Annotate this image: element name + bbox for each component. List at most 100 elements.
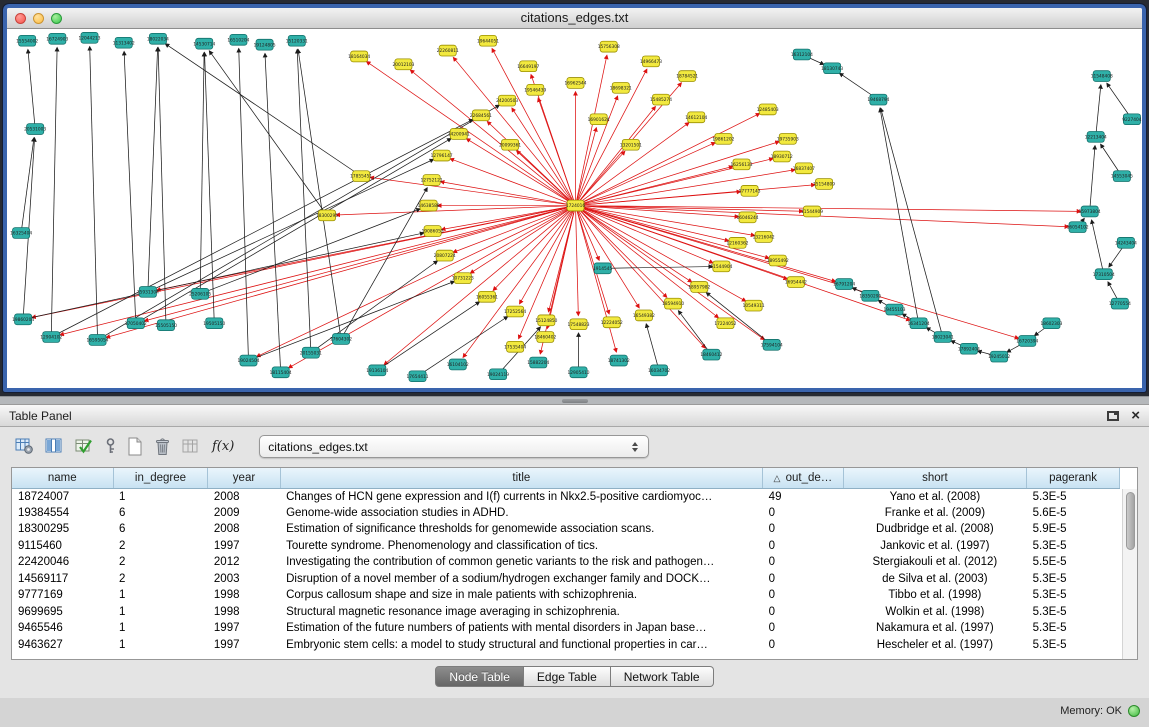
graph-node[interactable]: 12905410 [568,367,590,378]
graph-node[interactable]: 15882204 [527,357,549,368]
graph-edge[interactable] [21,138,34,233]
network-canvas[interactable]: 1724016169625441869832115485274146121041… [7,29,1142,388]
graph-node[interactable]: 19860204 [12,314,34,325]
graph-node[interactable]: 15485274 [650,94,672,105]
graph-edge[interactable] [158,48,166,326]
column-header-year[interactable]: year [208,468,280,488]
graph-edge[interactable] [646,324,659,370]
graph-node[interactable]: 18023041 [932,332,954,343]
minimize-window-button[interactable] [33,13,44,24]
graph-node[interactable]: 13201501 [620,139,642,150]
graph-node[interactable]: 20099361 [499,139,521,150]
graph-edge[interactable] [297,50,311,353]
graph-node[interactable]: 22684561 [470,110,492,121]
graph-edge[interactable] [98,105,500,340]
graph-edge[interactable] [28,50,35,129]
graph-edge[interactable] [492,49,575,206]
graph-node[interactable]: 24200503 [496,95,518,106]
graph-node[interactable]: 19124805 [254,39,276,50]
graph-node[interactable]: 17224052 [714,318,736,329]
table-row[interactable]: 1456911722003Disruption of a novel membe… [12,571,1120,588]
graph-edge[interactable] [1096,85,1101,137]
graph-node[interactable]: 17777143 [739,185,761,196]
graph-edge[interactable] [1092,220,1104,274]
graph-edge[interactable] [51,119,473,337]
graph-node[interactable]: 18698321 [610,82,632,93]
graph-node[interactable]: 16341204 [908,318,930,329]
table-row[interactable]: 911546021997Tourette syndrome. Phenomeno… [12,538,1120,555]
graph-node[interactable]: 1914545 [593,263,613,274]
graph-node[interactable]: 9227404 [1122,114,1142,125]
graph-node[interactable]: 17855451 [350,171,372,182]
graph-node[interactable]: 16055361 [476,291,498,302]
graph-node[interactable]: 17594104 [761,339,783,350]
graph-edge[interactable] [209,51,327,215]
graph-node[interactable]: 12213404 [1085,132,1107,143]
graph-node[interactable]: 20155031 [300,347,322,358]
graph-node[interactable]: 12752121 [421,175,443,186]
graph-node[interactable]: 19468794 [867,94,889,105]
graph-node[interactable]: 16954442 [785,277,807,288]
table-mode-button[interactable] [13,436,36,457]
graph-node[interactable]: 19644051 [477,35,499,46]
graph-node[interactable]: 20012103 [392,59,414,70]
graph-node[interactable]: 17604302 [330,334,352,345]
graph-node[interactable]: 18930712 [771,151,793,162]
network-view[interactable]: 1724016169625441869832115485274146121041… [7,29,1142,388]
graph-node[interactable]: 16791204 [833,279,855,290]
zoom-window-button[interactable] [51,13,62,24]
graph-edge[interactable] [165,44,361,176]
graph-node[interactable]: 10731223 [452,273,474,284]
graph-edge[interactable] [1090,146,1095,212]
graph-edge[interactable] [453,57,575,205]
graph-node[interactable]: 19024119 [487,369,509,380]
graph-node[interactable]: 16901624 [588,114,610,125]
graph-node[interactable]: 25206105 [189,288,211,299]
graph-node[interactable]: 18957982 [688,282,710,293]
graph-node[interactable]: 18022034 [147,33,169,44]
graph-node[interactable]: 17252564 [504,306,526,317]
graph-node[interactable]: 16595054 [87,335,109,346]
graph-node[interactable]: 18594910 [662,298,684,309]
graph-node[interactable]: 14553045 [1111,171,1133,182]
graph-node[interactable]: 16312104 [791,49,813,60]
graph-node[interactable]: 14638588 [418,200,440,211]
graph-edge[interactable] [51,48,57,337]
graph-edge[interactable] [298,50,341,339]
graph-node[interactable]: 11544904 [710,261,732,272]
float-panel-icon[interactable] [1107,411,1119,421]
graph-node[interactable]: 17654411 [407,371,429,382]
graph-node[interactable]: 20807224 [434,250,456,261]
graph-edge[interactable] [90,47,98,340]
window-titlebar[interactable]: citations_edges.txt [7,8,1142,29]
graph-node[interactable]: 22260811 [437,45,459,56]
graph-node[interactable]: 19455103 [883,304,905,315]
graph-node[interactable]: 18300295 [316,210,338,221]
graph-edge[interactable] [336,206,575,215]
graph-edge[interactable] [205,53,215,324]
graph-node[interactable]: 16054102 [1067,222,1089,233]
graph-node[interactable]: 14530714 [193,38,215,49]
graph-node[interactable]: 10549311 [743,300,765,311]
graph-node[interactable]: 19136104 [366,365,388,376]
graph-node[interactable]: 15756308 [598,41,620,52]
tab-edge-table[interactable]: Edge Table [524,666,611,687]
graph-node[interactable]: 15931304 [137,286,159,297]
graph-node[interactable]: 12160362 [727,237,749,248]
graph-edge[interactable] [441,182,576,206]
graph-node[interactable]: 18784521 [676,71,698,82]
import-table-button[interactable] [180,436,203,457]
table-source-dropdown[interactable]: citations_edges.txt [259,435,649,458]
graph-edge[interactable] [512,108,576,205]
graph-node[interactable]: 16034702 [648,365,670,376]
graph-edge[interactable] [576,170,795,206]
graph-node[interactable]: 12485403 [757,104,779,115]
graph-edge[interactable] [239,49,249,361]
graph-node[interactable]: 18955492 [767,255,789,266]
graph-node[interactable]: 16256133 [731,159,753,170]
graph-node[interactable]: 18741302 [608,355,630,366]
graph-node[interactable]: 12224052 [601,317,623,328]
table-row[interactable]: 946362711997Embryonic stem cells: a mode… [12,637,1120,654]
graph-node[interactable]: 19546439 [524,84,546,95]
close-panel-icon[interactable]: × [1131,408,1140,423]
